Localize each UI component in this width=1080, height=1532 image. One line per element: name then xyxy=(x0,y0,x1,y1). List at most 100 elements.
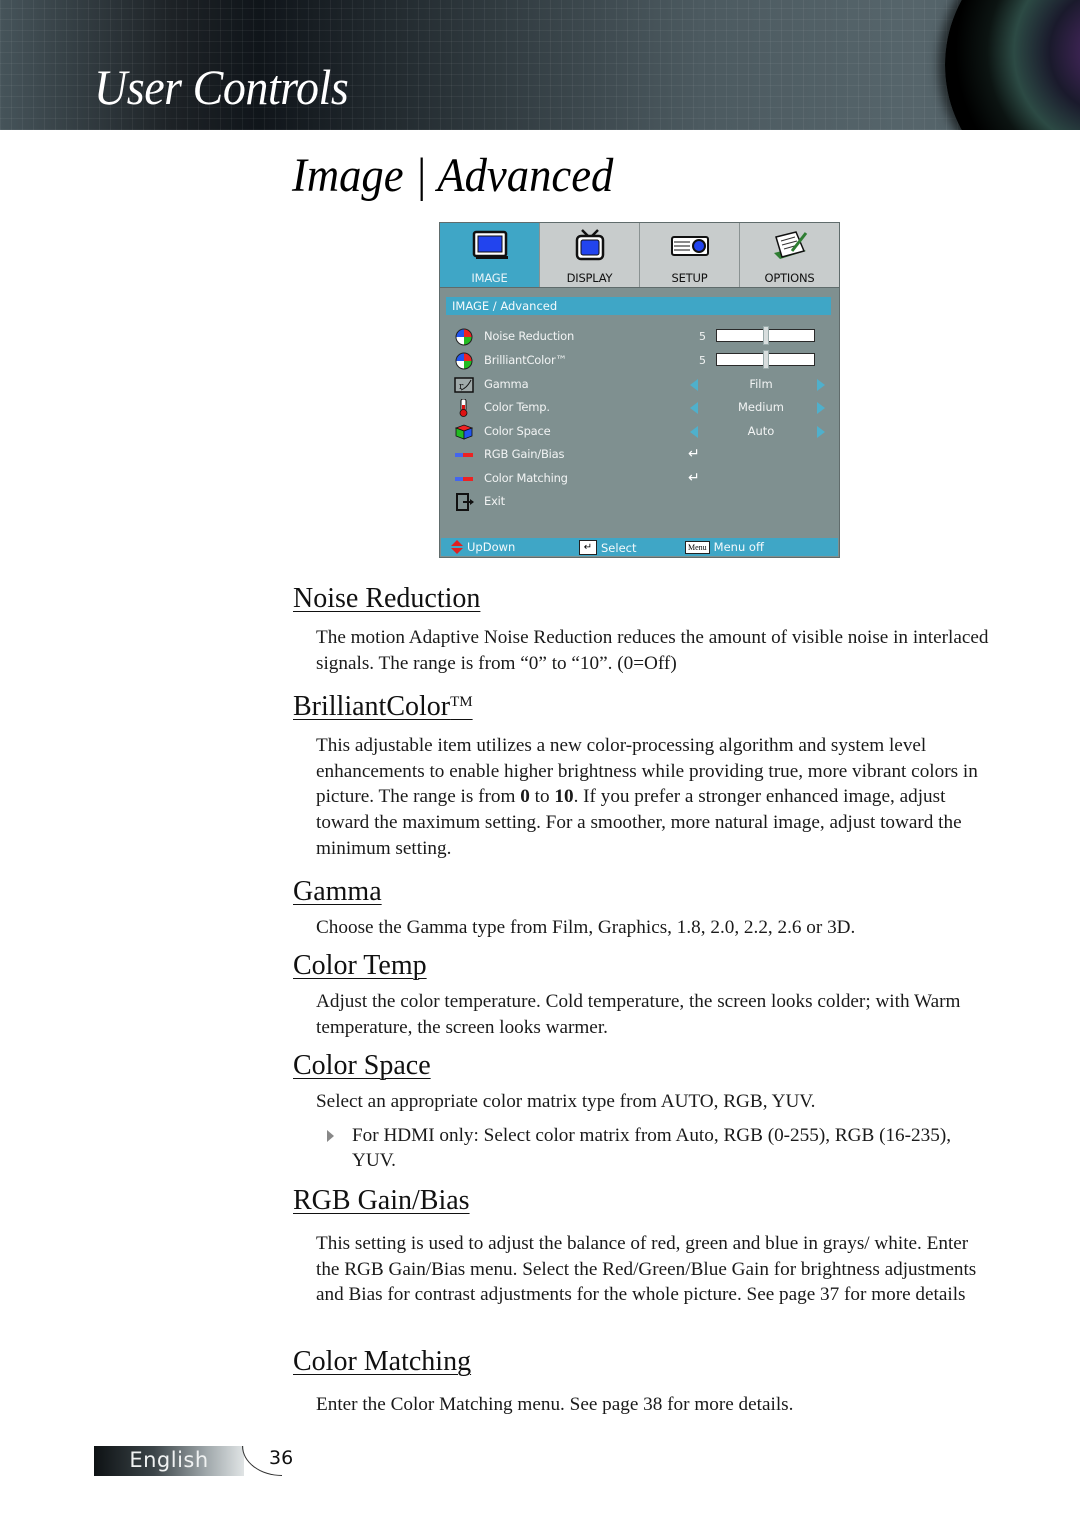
menu-key-icon: Menu xyxy=(685,540,710,554)
enter-key-icon: ↵ xyxy=(579,540,597,555)
tab-image[interactable]: IMAGE xyxy=(440,223,540,287)
osd-item-label: BrilliantColor™ xyxy=(484,353,567,367)
paragraph: The motion Adaptive Noise Reduction redu… xyxy=(316,626,989,674)
osd-item-gamma[interactable]: r Gamma Film xyxy=(440,374,839,396)
svg-text:r: r xyxy=(459,382,464,392)
exit-icon xyxy=(456,493,474,511)
thermometer-icon xyxy=(459,399,468,417)
osd-item-label: Gamma xyxy=(484,377,529,391)
osd-item-label: Noise Reduction xyxy=(484,329,575,343)
trademark-sup: TM xyxy=(450,694,473,710)
osd-item-noise-reduction[interactable]: Noise Reduction 5 xyxy=(440,326,839,348)
arrow-left-icon[interactable] xyxy=(690,379,698,391)
osd-footer: UpDown ↵ Select Menu Menu off xyxy=(441,538,838,556)
tab-label: DISPLAY xyxy=(566,271,613,285)
enter-icon[interactable]: ↵ xyxy=(688,470,700,486)
osd-item-label: Color Matching xyxy=(484,471,568,485)
arrow-right-icon[interactable] xyxy=(817,379,825,391)
projector-icon xyxy=(670,236,709,256)
section-body: Adjust the color temperature. Cold tempe… xyxy=(316,989,993,1040)
section-heading: BrilliantColorTM xyxy=(293,691,993,723)
slider-thumb[interactable] xyxy=(762,350,769,369)
page-number: 36 xyxy=(269,1447,294,1469)
page-title: Image | Advanced xyxy=(292,149,614,202)
arrow-left-icon[interactable] xyxy=(690,402,698,414)
select-label: Select xyxy=(601,540,637,555)
section-body: Enter the Color Matching menu. See page … xyxy=(316,1392,993,1418)
osd-item-exit[interactable]: Exit xyxy=(440,491,839,513)
color-wheel-icon xyxy=(455,328,473,346)
paragraph: Enter the Color Matching menu. See page … xyxy=(316,1393,794,1415)
arrow-left-icon[interactable] xyxy=(690,426,698,438)
paragraph: This setting is used to adjust the balan… xyxy=(316,1232,977,1306)
section-body: Choose the Gamma type from Film, Graphic… xyxy=(316,915,993,941)
section-heading: Gamma xyxy=(293,876,382,907)
noise-reduction-slider[interactable] xyxy=(716,326,815,345)
select-hint: ↵ Select xyxy=(579,540,636,555)
osd-item-value: Medium xyxy=(738,400,784,414)
menu-off-hint: Menu Menu off xyxy=(685,540,764,554)
osd-item-value: Auto xyxy=(747,424,775,438)
updown-label: UpDown xyxy=(467,540,516,554)
section-body: Select an appropriate color matrix type … xyxy=(316,1089,993,1174)
bullet-arrow-icon xyxy=(327,1129,334,1142)
section-heading: Color Space xyxy=(293,1050,431,1081)
bold-value: 10 xyxy=(554,786,574,808)
section-color-temp: Color Temp Adjust the color temperature.… xyxy=(293,950,993,1040)
updown-arrow-icon xyxy=(451,540,463,554)
osd-item-color-matching[interactable]: Color Matching ↵ xyxy=(440,468,839,490)
section-heading: Color Matching xyxy=(293,1346,472,1377)
bullet-item: For HDMI only: Select color matrix from … xyxy=(316,1123,993,1174)
monitor-icon xyxy=(472,230,508,259)
section-color-matching: Color Matching Enter the Color Matching … xyxy=(293,1346,993,1418)
heading-text: BrilliantColor xyxy=(293,691,451,722)
tab-label: SETUP xyxy=(671,271,708,285)
paragraph: Adjust the color temperature. Cold tempe… xyxy=(316,990,961,1038)
osd-menu: IMAGE DISPLAY SETUP OPTIONS IMAGE / Adva… xyxy=(439,222,840,558)
tab-options[interactable]: OPTIONS xyxy=(740,223,839,287)
osd-item-rgb-gain-bias[interactable]: RGB Gain/Bias ↵ xyxy=(440,444,839,466)
osd-item-color-space[interactable]: Color Space Auto xyxy=(440,421,839,443)
text-run: to xyxy=(529,786,555,808)
slider-thumb[interactable] xyxy=(762,326,769,345)
section-rgb-gain-bias: RGB Gain/Bias This setting is used to ad… xyxy=(293,1185,993,1308)
osd-item-color-temp[interactable]: Color Temp. Medium xyxy=(440,397,839,419)
osd-item-value: 5 xyxy=(699,330,706,343)
paragraph: This adjustable item utilizes a new colo… xyxy=(316,733,993,862)
tab-display[interactable]: DISPLAY xyxy=(540,223,640,287)
rgb-bar-icon xyxy=(455,477,473,481)
section-heading: Color Temp xyxy=(293,950,427,981)
language-tab: English xyxy=(94,1446,244,1476)
tab-setup[interactable]: SETUP xyxy=(640,223,740,287)
section-title: User Controls xyxy=(94,59,349,115)
arrow-right-icon[interactable] xyxy=(817,402,825,414)
bold-value: 0 xyxy=(520,786,530,808)
tv-icon xyxy=(575,229,604,261)
section-noise-reduction: Noise Reduction The motion Adaptive Nois… xyxy=(293,583,993,676)
section-body: The motion Adaptive Noise Reduction redu… xyxy=(316,625,993,676)
section-gamma: Gamma Choose the Gamma type from Film, G… xyxy=(293,876,993,941)
color-cube-icon xyxy=(454,424,474,440)
section-body: This adjustable item utilizes a new colo… xyxy=(316,733,993,862)
osd-item-brilliantcolor[interactable]: BrilliantColor™ 5 xyxy=(440,350,839,372)
bullet-text: For HDMI only: Select color matrix from … xyxy=(352,1124,952,1172)
osd-item-value: Film xyxy=(749,377,773,391)
osd-item-value: 5 xyxy=(699,354,706,367)
rgb-bar-icon xyxy=(455,453,473,457)
enter-icon[interactable]: ↵ xyxy=(688,446,700,462)
color-wheel-icon xyxy=(455,352,473,370)
gamma-icon: r xyxy=(454,377,474,393)
osd-item-label: Color Space xyxy=(484,424,551,438)
tab-label: IMAGE xyxy=(471,271,508,285)
lens-graphic xyxy=(945,0,1080,130)
section-body: This setting is used to adjust the balan… xyxy=(316,1231,993,1308)
brilliantcolor-slider[interactable] xyxy=(716,350,815,369)
section-color-space: Color Space Select an appropriate color … xyxy=(293,1050,993,1174)
section-heading: RGB Gain/Bias xyxy=(293,1185,470,1216)
osd-breadcrumb: IMAGE / Advanced xyxy=(446,297,831,315)
osd-item-label: Exit xyxy=(484,494,505,508)
section-heading: Noise Reduction xyxy=(293,583,481,614)
paragraph: Choose the Gamma type from Film, Graphic… xyxy=(316,916,856,938)
menu-off-label: Menu off xyxy=(713,540,764,554)
arrow-right-icon[interactable] xyxy=(817,426,825,438)
